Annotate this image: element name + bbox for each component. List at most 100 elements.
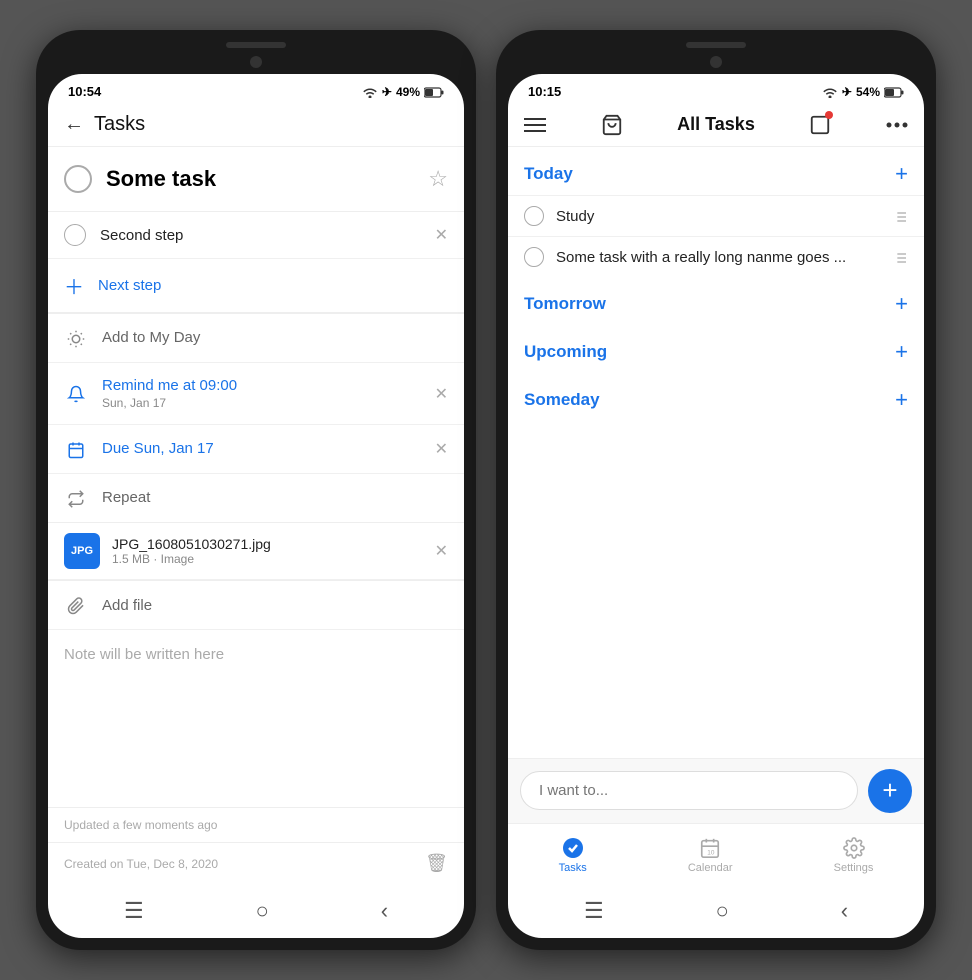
status-right: ✈ 49% <box>362 85 444 99</box>
battery-text-right: 54% <box>856 85 880 99</box>
tasks-nav-label: Tasks <box>559 862 587 874</box>
all-tasks-title: All Tasks <box>677 114 755 135</box>
back-button[interactable]: ← <box>64 113 84 136</box>
task-complete-checkbox[interactable] <box>64 165 92 193</box>
right-phone-screen: 10:15 ✈ 54% All Tasks <box>508 74 924 938</box>
add-file-row[interactable]: Add file <box>48 580 464 630</box>
subtask-icon-study <box>892 207 908 224</box>
battery-icon-right <box>884 85 904 99</box>
reminder-content: Remind me at 09:00 Sun, Jan 17 <box>102 377 435 410</box>
header-title: Tasks <box>94 113 145 136</box>
left-phone-screen: 10:54 ✈ 49% ← Tasks Some tas <box>48 74 464 938</box>
created-text: Created on Tue, Dec 8, 2020 <box>64 857 218 871</box>
reminder-remove-button[interactable]: ✕ <box>435 384 448 404</box>
phone-camera <box>250 56 262 68</box>
repeat-row[interactable]: Repeat <box>48 474 464 522</box>
file-remove-button[interactable]: ✕ <box>435 541 448 561</box>
upcoming-add-button[interactable]: + <box>895 339 908 365</box>
step-checkbox[interactable] <box>64 224 86 246</box>
settings-nav-icon <box>843 834 865 860</box>
basket-button[interactable] <box>601 113 623 136</box>
calendar-nav-icon: 10 <box>699 834 721 860</box>
reminder-row[interactable]: Remind me at 09:00 Sun, Jan 17 ✕ <box>48 363 464 425</box>
steps-section: Second step ✕ ＋ Next step <box>48 212 464 313</box>
nav-back-icon[interactable]: ‹ <box>381 898 388 924</box>
task-long-text: Some task with a really long nanme goes … <box>556 249 886 266</box>
someday-add-button[interactable]: + <box>895 387 908 413</box>
star-icon[interactable]: ☆ <box>428 166 448 192</box>
airplane-icon: ✈ <box>382 85 392 99</box>
nav-menu-icon[interactable]: ☰ <box>124 898 144 924</box>
today-add-button[interactable]: + <box>895 161 908 187</box>
paperclip-icon <box>64 595 88 615</box>
android-nav-bar: ☰ ○ ‹ <box>48 884 464 938</box>
tomorrow-section-header: Tomorrow + <box>508 277 924 325</box>
add-to-my-day-row[interactable]: Add to My Day <box>48 314 464 363</box>
add-step-icon: ＋ <box>64 271 84 300</box>
battery-icon <box>424 85 444 99</box>
battery-text: 49% <box>396 85 420 99</box>
someday-title: Someday <box>524 390 600 410</box>
file-meta: 1.5 MB · Image <box>112 552 435 566</box>
tomorrow-title: Tomorrow <box>524 294 606 314</box>
repeat-label: Repeat <box>102 489 150 506</box>
actions-section: Add to My Day Remind me at 09:00 Sun, Ja… <box>48 313 464 523</box>
nav-home-icon-right[interactable]: ○ <box>716 898 729 924</box>
all-tasks-header: All Tasks <box>508 103 924 147</box>
task-item-long[interactable]: Some task with a really long nanme goes … <box>508 236 924 277</box>
new-list-button[interactable] <box>809 113 831 136</box>
nav-settings[interactable]: Settings <box>818 830 890 878</box>
task-title: Some task <box>106 166 428 192</box>
task-long-checkbox[interactable] <box>524 247 544 267</box>
new-task-input[interactable] <box>520 771 858 810</box>
due-date-content: Due Sun, Jan 17 <box>102 440 435 458</box>
subtask-icon-long <box>892 248 908 265</box>
due-date-row[interactable]: Due Sun, Jan 17 ✕ <box>48 425 464 474</box>
status-time-right: 10:15 <box>528 84 561 99</box>
due-date-remove-button[interactable]: ✕ <box>435 439 448 459</box>
today-title: Today <box>524 164 573 184</box>
note-placeholder: Note will be written here <box>64 646 224 663</box>
task-detail-header: ← Tasks <box>48 103 464 147</box>
someday-section-header: Someday + <box>508 373 924 421</box>
updated-row: Updated a few moments ago <box>48 808 464 843</box>
phone-camera-right <box>710 56 722 68</box>
notification-dot <box>825 111 833 119</box>
android-nav-bar-right: ☰ ○ ‹ <box>508 884 924 938</box>
left-phone: 10:54 ✈ 49% ← Tasks Some tas <box>36 30 476 950</box>
step-row: Second step ✕ <box>48 212 464 259</box>
nav-back-icon-right[interactable]: ‹ <box>841 898 848 924</box>
add-to-my-day-label: Add to My Day <box>102 329 200 346</box>
calendar-icon <box>64 439 88 459</box>
task-item-study[interactable]: Study <box>508 195 924 236</box>
nav-tasks[interactable]: Tasks <box>543 830 603 878</box>
bell-icon <box>64 384 88 404</box>
today-section-header: Today + <box>508 147 924 195</box>
delete-task-button[interactable]: 🗑 <box>425 853 448 874</box>
note-section[interactable]: Note will be written here <box>48 630 464 808</box>
next-step-label: Next step <box>98 277 161 294</box>
step-remove-button[interactable]: ✕ <box>435 225 448 245</box>
svg-text:10: 10 <box>707 850 715 857</box>
sun-icon <box>64 328 88 348</box>
nav-home-icon[interactable]: ○ <box>256 898 269 924</box>
status-bar-right: 10:15 ✈ 54% <box>508 74 924 103</box>
airplane-icon-right: ✈ <box>842 85 852 99</box>
nav-menu-icon-right[interactable]: ☰ <box>584 898 604 924</box>
file-attachment-row: JPG JPG_1608051030271.jpg 1.5 MB · Image… <box>48 523 464 580</box>
bottom-input-bar: + <box>508 758 924 823</box>
upcoming-title: Upcoming <box>524 342 607 362</box>
step-text: Second step <box>100 227 435 244</box>
menu-button[interactable] <box>524 113 546 136</box>
next-step-row[interactable]: ＋ Next step <box>48 259 464 312</box>
wifi-icon <box>362 85 378 99</box>
nav-calendar[interactable]: 10 Calendar <box>672 830 749 878</box>
file-thumbnail: JPG <box>64 533 100 569</box>
task-study-checkbox[interactable] <box>524 206 544 226</box>
add-task-fab-button[interactable]: + <box>868 769 912 813</box>
status-right-right: ✈ 54% <box>822 85 904 99</box>
tasks-nav-icon <box>561 834 585 860</box>
more-options-button[interactable] <box>886 113 908 136</box>
tomorrow-add-button[interactable]: + <box>895 291 908 317</box>
tasks-content: Today + Study Some task with a really lo… <box>508 147 924 758</box>
